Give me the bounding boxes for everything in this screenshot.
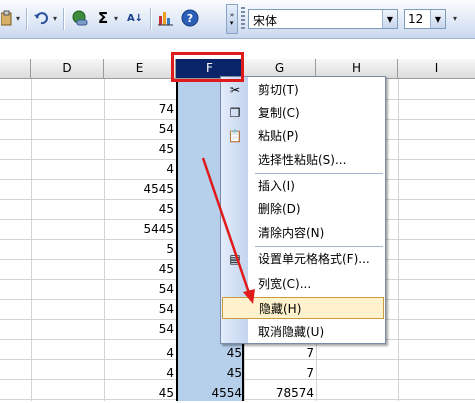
- cell-E-value[interactable]: 5445: [104, 219, 176, 239]
- cell-E-value[interactable]: 54: [104, 119, 176, 139]
- toolbar-options-chevron[interactable]: » ▾: [226, 4, 238, 34]
- cell-E-value[interactable]: 4: [104, 363, 176, 383]
- cell-F-value[interactable]: 45: [176, 363, 244, 383]
- menu-item-delete[interactable]: 删除(D): [222, 198, 384, 220]
- menu-item-label: 剪切(T): [258, 83, 299, 97]
- cell-E-value[interactable]: 54: [104, 319, 176, 339]
- cell-E-value[interactable]: 45: [104, 139, 176, 159]
- toolbar-separator: [63, 8, 64, 30]
- font-name-select[interactable]: 宋体 ▼: [248, 9, 398, 29]
- cell-F-value[interactable]: 45: [176, 343, 244, 363]
- menu-item-label: 选择性粘贴(S)...: [258, 153, 347, 167]
- help-icon[interactable]: ?: [180, 7, 200, 29]
- menu-item-format-cells[interactable]: ▤ 设置单元格格式(F)...: [222, 248, 384, 270]
- copy-icon: ❐: [229, 106, 241, 120]
- toolbar-separator: [150, 8, 151, 30]
- cell-E-value[interactable]: 74: [104, 99, 176, 119]
- cell-E-value[interactable]: 4: [104, 343, 176, 363]
- cell-E-value[interactable]: 54: [104, 299, 176, 319]
- cell-E-value[interactable]: 54: [104, 279, 176, 299]
- font-name-value: 宋体: [253, 14, 278, 28]
- menu-item-unhide[interactable]: 取消隐藏(U): [222, 321, 384, 343]
- cell-F-value[interactable]: 4554: [176, 383, 244, 403]
- toolbar-grip[interactable]: [241, 7, 245, 31]
- autosum-dropdown-arrow[interactable]: ▾: [112, 7, 120, 29]
- menu-separator: [255, 246, 383, 247]
- menu-item-insert[interactable]: 插入(I): [222, 175, 384, 197]
- cell-E-value[interactable]: 4545: [104, 179, 176, 199]
- grid-column-line: [398, 79, 399, 401]
- paste-icon: 📋: [227, 129, 243, 143]
- autosum-icon[interactable]: Σ: [96, 7, 110, 29]
- cell-E-value[interactable]: 45: [104, 259, 176, 279]
- cell-E-value[interactable]: 45: [104, 199, 176, 219]
- menu-item-cut[interactable]: ✂ 剪切(T): [222, 79, 384, 101]
- context-menu: ✂ 剪切(T) ❐ 复制(C) 📋 粘贴(P) 选择性粘贴(S)... 插入(I) 删除(D) 清…: [220, 76, 386, 344]
- menu-item-label: 复制(C): [258, 106, 300, 120]
- menu-item-copy[interactable]: ❐ 复制(C): [222, 102, 384, 124]
- menu-item-label: 取消隐藏(U): [258, 325, 325, 339]
- menu-item-paste-special[interactable]: 选择性粘贴(S)...: [222, 149, 384, 171]
- menu-item-label: 插入(I): [258, 179, 295, 193]
- cell-E-value[interactable]: 4: [104, 159, 176, 179]
- chart-icon[interactable]: [156, 7, 176, 29]
- annotation-highlight-box: [171, 52, 244, 82]
- format-cells-icon: ▤: [229, 252, 241, 266]
- menu-item-hide[interactable]: 隐藏(H): [222, 297, 384, 319]
- column-header-D[interactable]: D: [31, 59, 104, 78]
- sort-asc-icon[interactable]: A↓: [124, 7, 146, 29]
- menu-item-label: 删除(D): [258, 202, 301, 216]
- cell-G-value[interactable]: 7: [244, 343, 316, 363]
- menu-separator: [255, 173, 383, 174]
- menu-item-label: 隐藏(H): [259, 302, 302, 316]
- toolbar-separator: [26, 8, 27, 30]
- toolbar: ▾ ▾ Σ ▾ A↓ ? » ▾ 宋体 ▼ 12 ▼ ▾: [0, 0, 475, 39]
- undo-dropdown-arrow[interactable]: ▾: [51, 7, 59, 29]
- paste-icon[interactable]: [0, 7, 14, 29]
- hyperlink-icon[interactable]: [70, 7, 90, 29]
- cut-icon: ✂: [229, 83, 241, 97]
- menu-item-label: 清除内容(N): [258, 226, 325, 240]
- cell-E-value[interactable]: 45: [104, 383, 176, 403]
- paste-dropdown-arrow[interactable]: ▾: [14, 7, 22, 29]
- row-header-corner[interactable]: [0, 59, 31, 78]
- menu-item-column-width[interactable]: 列宽(C)...: [222, 273, 384, 295]
- cell-E-value[interactable]: 5: [104, 239, 176, 259]
- menu-item-paste[interactable]: 📋 粘贴(P): [222, 125, 384, 147]
- help-glyph: ?: [187, 12, 193, 25]
- menu-item-label: 粘贴(P): [258, 129, 299, 143]
- font-size-value: 12: [408, 12, 424, 26]
- chevron-down-icon[interactable]: ▼: [382, 10, 397, 28]
- cell-G-value[interactable]: 7: [244, 363, 316, 383]
- cell-G-value[interactable]: 78574: [244, 383, 316, 403]
- font-size-select[interactable]: 12 ▼: [404, 9, 446, 29]
- column-header-E[interactable]: E: [104, 59, 176, 78]
- column-header-I[interactable]: I: [398, 59, 475, 78]
- menu-item-label: 列宽(C)...: [258, 277, 312, 291]
- chevron-down-icon[interactable]: ▼: [430, 10, 445, 28]
- grid-column-line: [31, 79, 32, 401]
- undo-icon[interactable]: [32, 7, 50, 29]
- toolbar-more-arrow[interactable]: ▾: [450, 7, 460, 29]
- menu-item-clear-contents[interactable]: 清除内容(N): [222, 222, 384, 244]
- menu-item-label: 设置单元格格式(F)...: [258, 252, 370, 266]
